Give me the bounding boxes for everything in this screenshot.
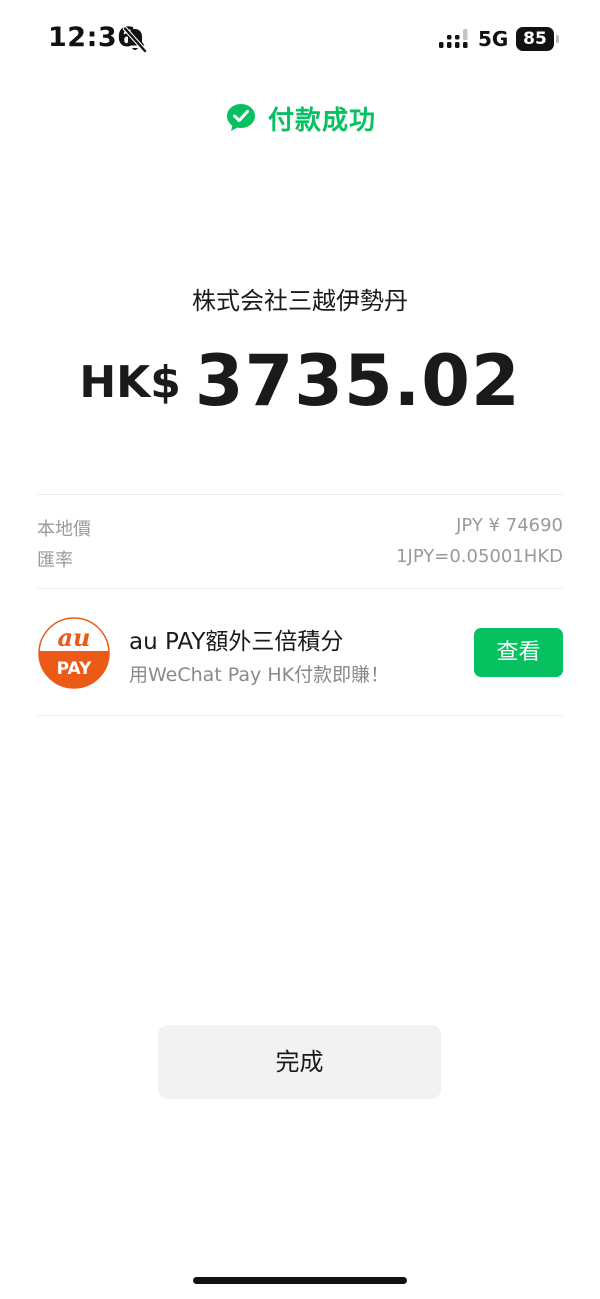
detail-value: 1JPY=0.05001HKD <box>396 546 563 567</box>
success-header: 付款成功 <box>0 98 600 138</box>
amount-row: HK$ 3735.02 <box>0 340 600 422</box>
detail-value: JPY ¥ 74690 <box>456 515 563 536</box>
promo-title: au PAY額外三倍積分 <box>129 629 344 655</box>
currency-symbol: HK$ <box>79 357 181 408</box>
divider <box>37 715 563 716</box>
detail-row-local-price: 本地價 JPY ¥ 74690 <box>37 515 563 543</box>
au-pay-logo-text-bottom: PAY <box>57 659 92 679</box>
merchant-name: 株式会社三越伊勢丹 <box>192 287 408 315</box>
view-promo-button[interactable]: 查看 <box>474 628 563 677</box>
status-bar: 12:36 5G 85 <box>0 0 600 80</box>
divider <box>37 494 563 495</box>
battery-level: 85 <box>516 27 554 51</box>
success-title: 付款成功 <box>267 105 376 136</box>
detail-label: 匯率 <box>37 550 73 571</box>
signal-icon <box>439 29 468 48</box>
done-button[interactable]: 完成 <box>158 1025 441 1099</box>
payment-success-screen: 12:36 5G 85 付款成功 株式会社三越伊勢丹 HK$ 3735.02 本… <box>0 0 600 1299</box>
detail-row-exchange-rate: 匯率 1JPY=0.05001HKD <box>37 546 563 574</box>
network-type: 5G <box>478 27 509 51</box>
promo-subtitle: 用WeChat Pay HK付款即賺！ <box>129 664 390 686</box>
detail-label: 本地價 <box>37 519 91 540</box>
battery-tip <box>556 35 559 43</box>
au-pay-logo-text-top: au <box>58 623 91 652</box>
battery-icon: 85 <box>516 27 560 51</box>
bell-slash-icon <box>122 26 148 54</box>
home-indicator[interactable] <box>193 1277 407 1284</box>
wechat-pay-icon <box>226 104 255 131</box>
payment-amount: 3735.02 <box>194 340 521 422</box>
au-pay-logo-icon: au PAY <box>38 617 110 689</box>
divider <box>37 588 563 589</box>
